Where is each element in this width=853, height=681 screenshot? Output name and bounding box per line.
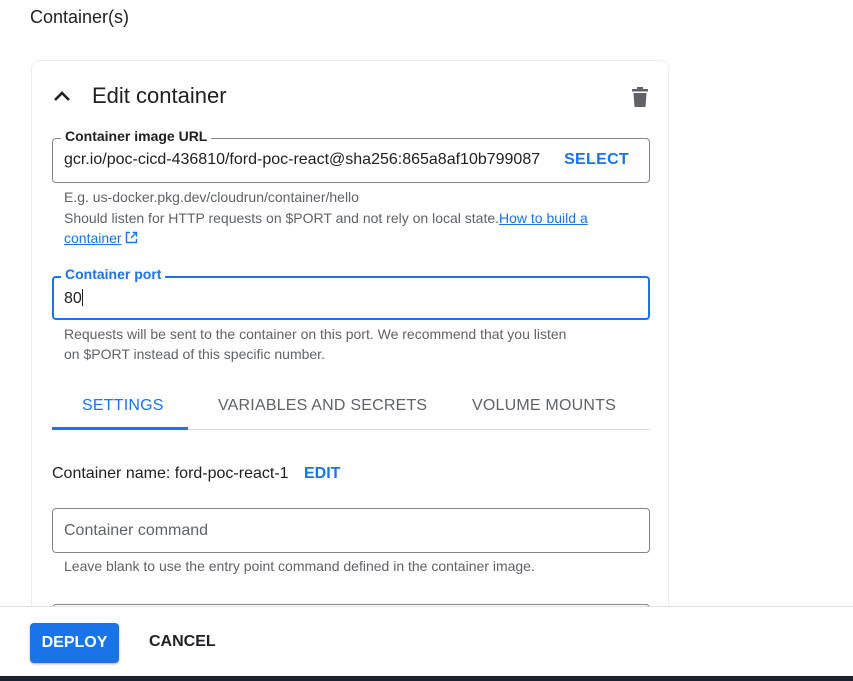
deploy-button[interactable]: DEPLOY	[30, 623, 119, 663]
image-example-hint: E.g. us-docker.pkg.dev/cloudrun/containe…	[64, 189, 359, 205]
container-image-url-value[interactable]: gcr.io/poc-cicd-436810/ford-poc-react@sh…	[64, 151, 549, 169]
trash-icon[interactable]	[630, 86, 650, 108]
action-footer: DEPLOY CANCEL	[0, 606, 853, 676]
container-tabs: SETTINGS VARIABLES AND SECRETS VOLUME MO…	[52, 389, 650, 430]
section-title: Container(s)	[30, 7, 130, 27]
container-command-placeholder: Container command	[64, 522, 209, 539]
command-hint: Leave blank to use the entry point comma…	[64, 558, 535, 574]
how-to-build-link[interactable]: How to build a	[499, 210, 588, 226]
tab-settings[interactable]: SETTINGS	[82, 397, 164, 415]
port-hint-line2: on $PORT instead of this specific number…	[64, 346, 325, 362]
image-listen-hint-line2: container	[64, 228, 138, 248]
how-to-build-link-continued[interactable]: container	[64, 230, 122, 246]
container-image-url-label: Container image URL	[61, 128, 212, 144]
image-listen-hint: Should listen for HTTP requests on $PORT…	[64, 208, 588, 228]
cancel-button[interactable]: CANCEL	[149, 633, 216, 651]
active-tab-indicator	[52, 427, 188, 430]
chevron-up-icon[interactable]	[52, 86, 72, 106]
container-command-field[interactable]: Container command	[52, 508, 650, 553]
select-image-button[interactable]: SELECT	[564, 151, 629, 169]
tab-variables-and-secrets[interactable]: VARIABLES AND SECRETS	[218, 397, 427, 415]
port-hint-line1: Requests will be sent to the container o…	[64, 326, 567, 342]
card-header: Edit container	[52, 83, 227, 109]
card-title: Edit container	[92, 83, 227, 108]
image-listen-text: Should listen for HTTP requests on $PORT…	[64, 210, 500, 226]
edit-container-card: Edit container Container image URL gcr.i…	[31, 60, 669, 620]
open-in-new-icon[interactable]	[125, 231, 138, 244]
tab-volume-mounts[interactable]: VOLUME MOUNTS	[472, 397, 616, 415]
container-port-input[interactable]: 80	[64, 289, 83, 308]
container-image-url-field[interactable]: Container image URL gcr.io/poc-cicd-4368…	[52, 128, 650, 183]
taskbar-edge	[0, 676, 853, 681]
text-caret	[81, 289, 83, 306]
container-name: Container name: ford-poc-react-1	[52, 465, 289, 482]
container-port-field[interactable]: Container port 80	[52, 266, 650, 320]
edit-container-name-button[interactable]: EDIT	[304, 465, 340, 483]
container-port-value: 80	[64, 290, 82, 307]
container-port-label: Container port	[61, 266, 166, 282]
